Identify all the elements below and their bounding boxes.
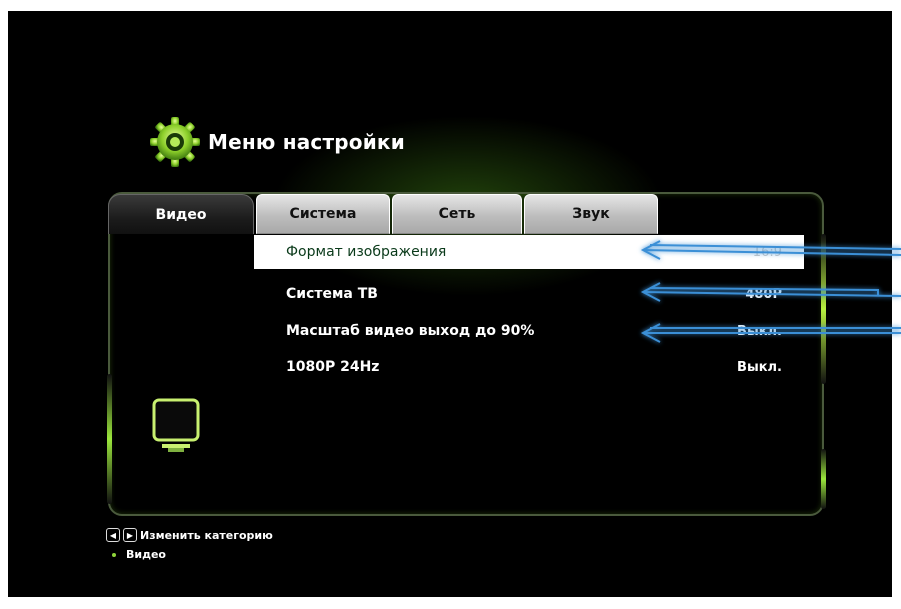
setting-label: Формат изображения xyxy=(286,244,447,260)
footer-hints: ◀ ▶ Изменить категорию Видео xyxy=(106,528,273,561)
setting-label: 1080P 24Hz xyxy=(286,359,380,375)
setting-row-aspect-ratio[interactable]: Формат изображения 16:9 xyxy=(254,235,804,269)
setting-value: 16:9 xyxy=(752,244,782,260)
tab-video[interactable]: Видео xyxy=(108,194,254,234)
gear-icon xyxy=(148,115,202,169)
setting-label: Система ТВ xyxy=(286,286,378,302)
current-category: Видео xyxy=(126,548,166,561)
setting-row-1080p-24hz[interactable]: 1080P 24Hz Выкл. xyxy=(254,350,804,384)
category-tabs: Видео Система Сеть Звук xyxy=(108,194,658,234)
setting-row-video-scale[interactable]: Масштаб видео выход до 90% Выкл. xyxy=(254,314,804,348)
menu-header: Меню настройки xyxy=(148,107,405,177)
change-category-hint: Изменить категорию xyxy=(140,528,273,542)
setting-value: Выкл. xyxy=(737,323,782,339)
tab-sound[interactable]: Звук xyxy=(524,194,658,234)
right-arrow-icon: ▶ xyxy=(123,528,137,542)
tab-system[interactable]: Система xyxy=(256,194,390,234)
tab-network[interactable]: Сеть xyxy=(392,194,522,234)
setting-label: Масштаб видео выход до 90% xyxy=(286,323,535,339)
left-arrow-icon: ◀ xyxy=(106,528,120,542)
panel-glow xyxy=(107,374,112,504)
setting-row-tv-system[interactable]: Система ТВ 480P xyxy=(254,277,804,311)
bullet-icon xyxy=(112,552,116,557)
panel-glow xyxy=(821,234,826,384)
page-title: Меню настройки xyxy=(208,130,405,154)
setting-value: Выкл. xyxy=(737,359,782,375)
panel-glow xyxy=(821,449,826,509)
tv-screen: Меню настройки Видео Система Сеть Звук Ф… xyxy=(8,11,892,597)
tv-icon xyxy=(152,398,200,458)
setting-value: 480P xyxy=(745,286,782,302)
